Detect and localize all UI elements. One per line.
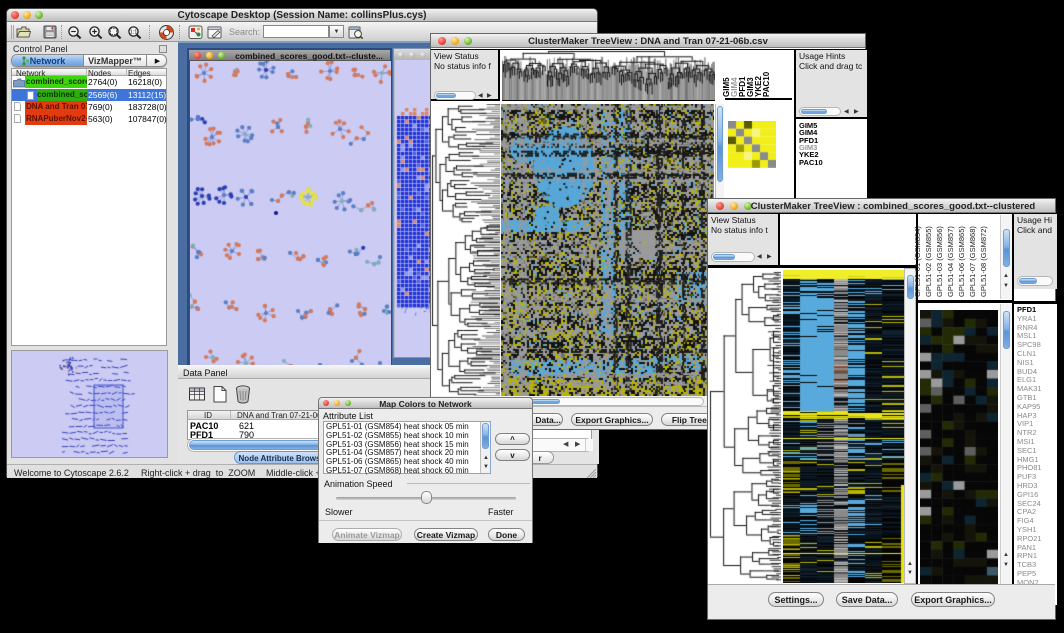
svg-text:1:1: 1:1 <box>130 30 138 36</box>
